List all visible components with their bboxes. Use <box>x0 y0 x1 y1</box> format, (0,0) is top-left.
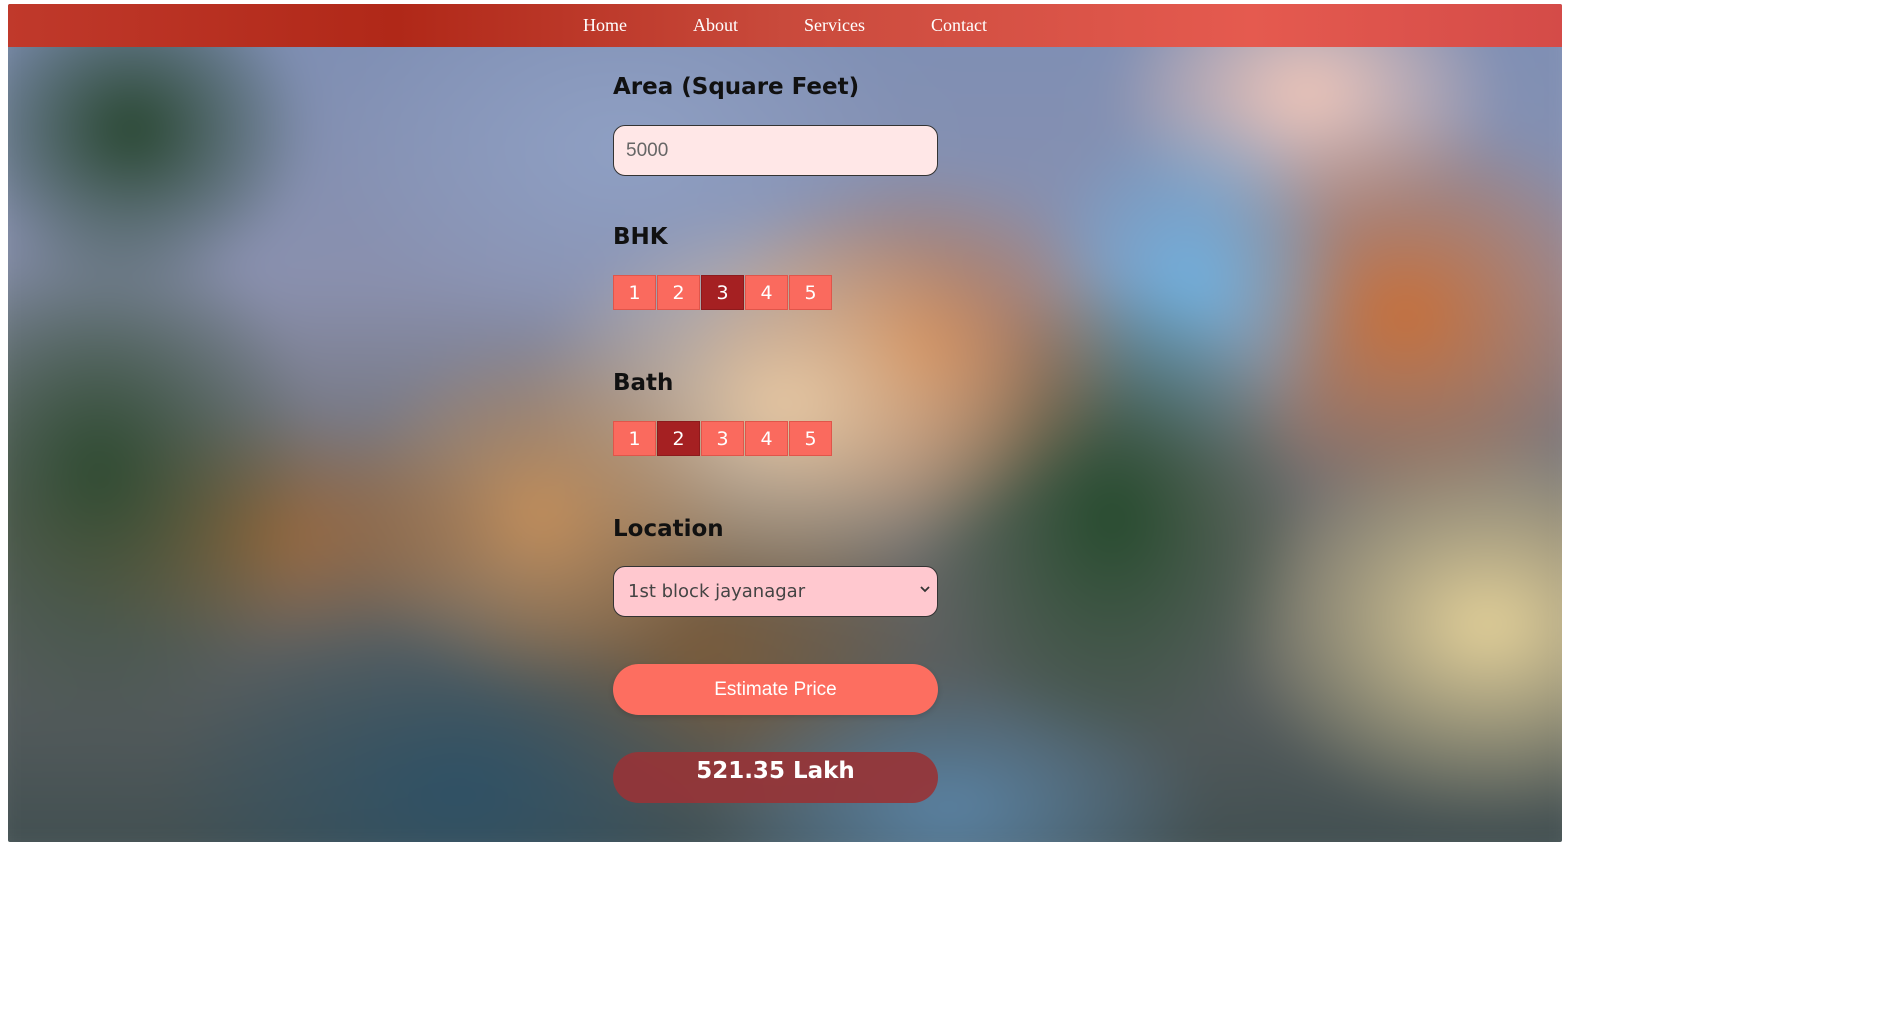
app-frame: Home About Services Contact Area (Square… <box>8 4 1562 842</box>
nav-contact-link[interactable]: Contact <box>931 15 987 36</box>
bath-label: Bath <box>613 370 674 396</box>
bath-option[interactable]: 1 <box>613 421 656 456</box>
nav-about-link[interactable]: About <box>693 15 738 36</box>
bhk-option[interactable]: 4 <box>745 275 788 310</box>
location-select[interactable]: 1st block jayanagar <box>613 566 938 617</box>
bath-option[interactable]: 2 <box>657 421 700 456</box>
bhk-selector: 1 2 3 4 5 <box>613 275 833 312</box>
bhk-option[interactable]: 3 <box>701 275 744 310</box>
area-input[interactable] <box>613 125 938 176</box>
chevron-down-icon <box>920 586 930 593</box>
area-label: Area (Square Feet) <box>613 74 860 100</box>
result-text: 521.35 Lakh <box>696 758 855 784</box>
bath-option[interactable]: 5 <box>789 421 832 456</box>
estimate-price-button[interactable]: Estimate Price <box>613 664 938 715</box>
location-label: Location <box>613 516 724 542</box>
bath-selector: 1 2 3 4 5 <box>613 421 833 458</box>
bhk-option[interactable]: 5 <box>789 275 832 310</box>
bhk-label: BHK <box>613 224 668 250</box>
bath-option[interactable]: 4 <box>745 421 788 456</box>
bhk-option[interactable]: 1 <box>613 275 656 310</box>
location-selected-value: 1st block jayanagar <box>628 581 806 602</box>
bath-option[interactable]: 3 <box>701 421 744 456</box>
estimated-price-result: 521.35 Lakh <box>613 752 938 803</box>
nav-services-link[interactable]: Services <box>804 15 865 36</box>
top-navbar: Home About Services Contact <box>8 4 1562 47</box>
nav-home-link[interactable]: Home <box>583 15 627 36</box>
bhk-option[interactable]: 2 <box>657 275 700 310</box>
